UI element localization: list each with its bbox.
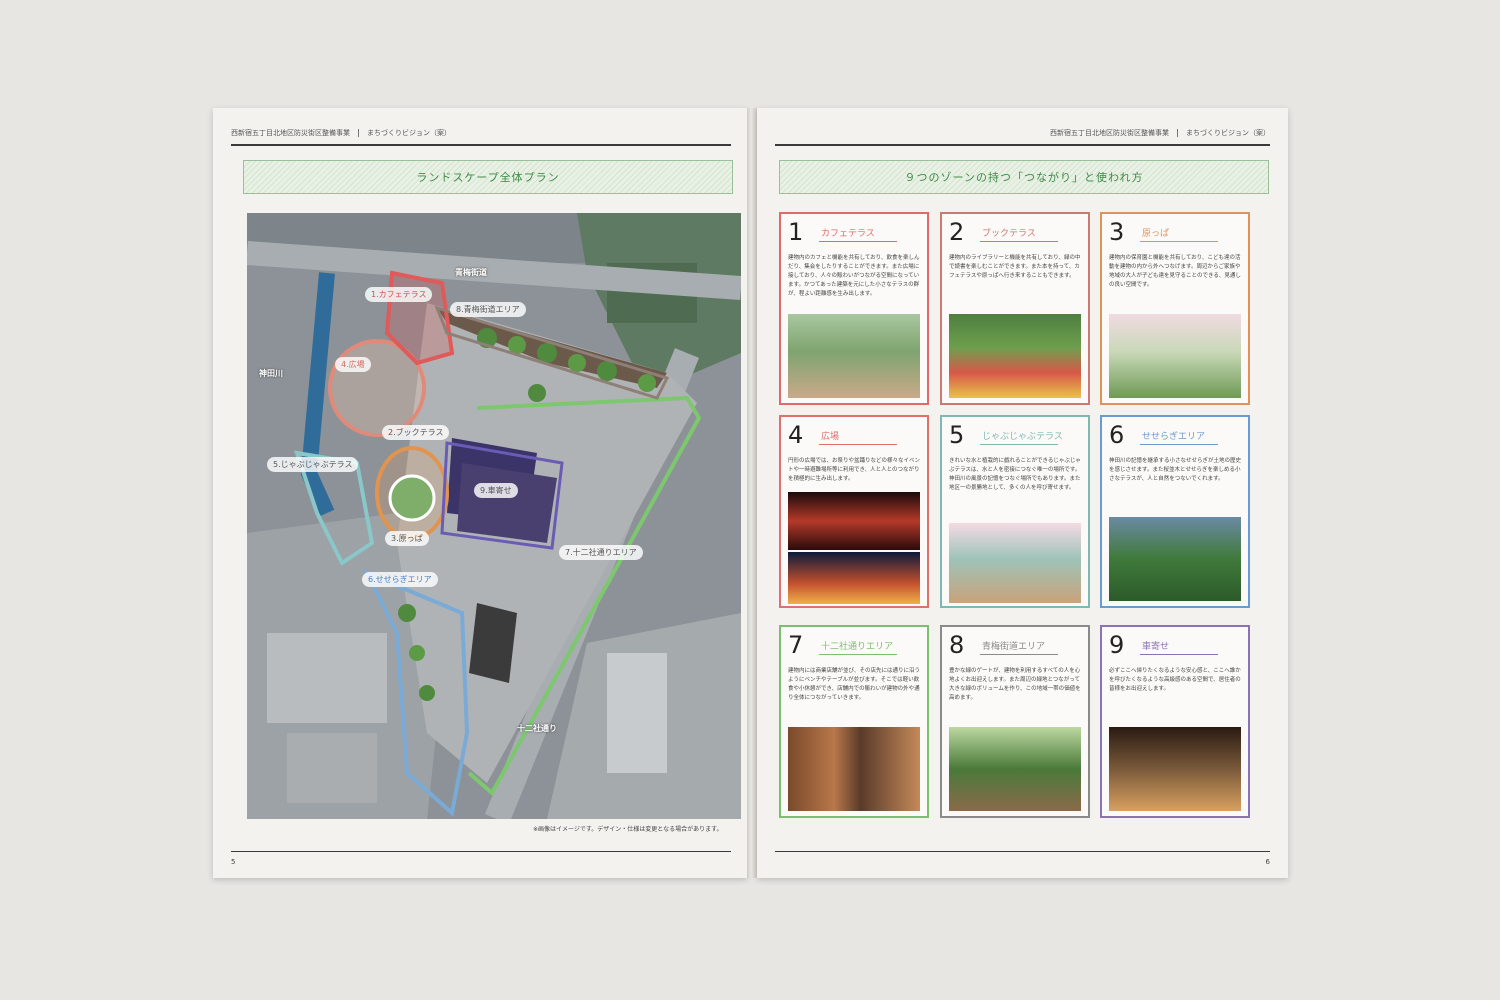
zone-card: 8 青梅街道エリア豊かな緑のゲートが、建物を利用するすべての人を心地よくお出迎えし… — [940, 625, 1090, 818]
image-note: ※画像はイメージです。デザイン・仕様は変更となる場合があります。 — [533, 826, 723, 833]
page-number: 6 — [1265, 858, 1270, 866]
zone-photo — [788, 727, 920, 811]
zone-title-underline — [819, 241, 897, 242]
map-label-plaza: 4.広場 — [335, 357, 371, 372]
right-page: 西新宿五丁目北地区防災街区整備事業 まちづくりビジョン（案） ９つのゾーンの持つ「… — [757, 108, 1288, 878]
zone-title: 原っぱ — [1142, 229, 1170, 239]
zone-description: 建物内のカフェと機能を共有しており、飲食を楽しんだり、集会をしたりすることができ… — [788, 255, 920, 297]
zone-title: じゃぶじゃぶテラス — [982, 432, 1063, 442]
zone-description: 建物内の保育園と機能を共有しており、こども達の活動を建物の内から外へつなげます。… — [1109, 255, 1241, 288]
zone-number: 8 — [949, 631, 965, 659]
zone-title-underline — [819, 444, 897, 445]
map-label-junisou-road: 十二社通り — [517, 724, 557, 733]
page-title-banner: ランドスケープ全体プラン — [243, 160, 733, 194]
zone-card: 7 十二社通りエリア建物内には商業店舗が並び、その店先には通りに沿うようにベンチや… — [779, 625, 929, 818]
zone-description: 円形の広場では、お祭りや盆踊りなどの様々なイベントや一時避難場所等に利用でき、人… — [788, 458, 921, 482]
header-project: 西新宿五丁目北地区防災街区整備事業 — [1050, 129, 1169, 137]
zone-number: 9 — [1109, 631, 1125, 659]
page-number: 5 — [231, 858, 236, 866]
header-vision: まちづくりビジョン（案） — [1186, 129, 1270, 137]
zone-photo — [1109, 517, 1241, 601]
zone-number: 1 — [788, 218, 804, 246]
landscape-map: 1.カフェテラス 8.青梅街道エリア 4.広場 2.ブックテラス 5.じゃぶじゃ… — [247, 213, 741, 819]
map-label-book-terrace: 2.ブックテラス — [382, 425, 450, 440]
map-label-junisou-area: 7.十二社通りエリア — [559, 545, 643, 560]
zone-title-underline — [1140, 444, 1218, 445]
zone-number: 6 — [1109, 421, 1125, 449]
map-label-cafe-terrace: 1.カフェテラス — [365, 287, 433, 302]
map-label-ome-kaido-area: 8.青梅街道エリア — [450, 302, 526, 317]
zone-description: 神田川の記憶を継承する小さなせせらぎが土地の歴史を感じさせます。また桜並木とせせ… — [1109, 458, 1242, 482]
running-header: 西新宿五丁目北地区防災街区整備事業 まちづくりビジョン（案） — [231, 128, 451, 138]
zone-photo — [949, 523, 1081, 603]
zone-photo — [949, 314, 1081, 398]
footer-rule — [231, 851, 731, 852]
zone-title-underline — [819, 654, 897, 655]
zone-title-underline — [980, 241, 1058, 242]
left-page: 西新宿五丁目北地区防災街区整備事業 まちづくりビジョン（案） ランドスケープ全体プ… — [213, 108, 747, 878]
zone-card: 4 広場円形の広場では、お祭りや盆踊りなどの様々なイベントや一時避難場所等に利用で… — [779, 415, 929, 608]
zone-card: 5 じゃぶじゃぶテラスきれいな水と植栽的に戯れることができるじゃぶじゃぶテラスは、… — [940, 415, 1090, 608]
zone-number: 3 — [1109, 218, 1125, 246]
zone-title-underline — [1140, 654, 1218, 655]
zone-photo — [788, 552, 920, 604]
zone-title-underline — [980, 654, 1058, 655]
zone-description: 建物内には商業店舗が並び、その店先には通りに沿うようにベンチやテーブルが並びます… — [788, 668, 921, 701]
page-title-banner: ９つのゾーンの持つ「つながり」と使われ方 — [779, 160, 1269, 194]
map-label-field: 3.原っぱ — [385, 531, 429, 546]
zone-description: きれいな水と植栽的に戯れることができるじゃぶじゃぶテラスは、水と人を密接につなぐ… — [949, 458, 1081, 491]
zone-title: 車寄せ — [1142, 642, 1170, 652]
zone-card: 2 ブックテラス建物内のライブラリーと機能を共有しており、緑の中で読書を楽しむこと… — [940, 212, 1090, 405]
zone-photo — [788, 314, 920, 398]
zone-title-underline — [1140, 241, 1218, 242]
zone-description: 必ずここへ帰りたくなるような安心感と、ここへ誰かを呼びたくなるような高級感のある… — [1109, 668, 1241, 692]
zone-card: 6 せせらぎエリア神田川の記憶を継承する小さなせせらぎが土地の歴史を感じさせます。… — [1100, 415, 1250, 608]
zone-title: カフェテラス — [821, 229, 875, 239]
zone-title: 青梅街道エリア — [982, 642, 1046, 652]
zone-title: 十二社通りエリア — [821, 642, 894, 652]
running-header: 西新宿五丁目北地区防災街区整備事業 まちづくりビジョン（案） — [1050, 128, 1270, 138]
map-label-drop-off: 9.車寄せ — [474, 483, 518, 498]
zone-number: 5 — [949, 421, 965, 449]
zone-description: 建物内のライブラリーと機能を共有しており、緑の中で読書を楽しむことができます。ま… — [949, 255, 1081, 279]
spine — [747, 108, 757, 878]
zone-title: せせらぎエリア — [1142, 432, 1206, 442]
map-label-jabujabu-terrace: 5.じゃぶじゃぶテラス — [267, 457, 359, 472]
zone-number: 4 — [788, 421, 804, 449]
header-rule — [231, 144, 731, 146]
zone-number: 7 — [788, 631, 804, 659]
zone-description: 豊かな緑のゲートが、建物を利用するすべての人を心地よくお出迎えします。また周辺の… — [949, 668, 1081, 701]
zone-photo — [1109, 727, 1241, 811]
map-label-ome-kaido-road: 青梅街道 — [455, 268, 487, 277]
zone-photo — [949, 727, 1081, 811]
zone-card: 1 カフェテラス建物内のカフェと機能を共有しており、飲食を楽しんだり、集会をしたり… — [779, 212, 929, 405]
footer-rule — [775, 851, 1270, 852]
zone-photo — [1109, 314, 1241, 398]
zone-title: ブックテラス — [982, 229, 1036, 239]
zone-photo — [788, 492, 920, 550]
page-title: ランドスケープ全体プラン — [416, 171, 560, 184]
zone-card: 3 原っぱ建物内の保育園と機能を共有しており、こども達の活動を建物の内から外へつな… — [1100, 212, 1250, 405]
zone-title-underline — [980, 444, 1058, 445]
zone-title: 広場 — [821, 432, 840, 442]
map-label-kanda-river: 神田川 — [259, 369, 283, 378]
header-vision: まちづくりビジョン（案） — [367, 129, 451, 137]
page-title: ９つのゾーンの持つ「つながり」と使われ方 — [904, 171, 1144, 184]
header-rule — [775, 144, 1270, 146]
header-project: 西新宿五丁目北地区防災街区整備事業 — [231, 129, 350, 137]
zone-card: 9 車寄せ必ずここへ帰りたくなるような安心感と、ここへ誰かを呼びたくなるような高級… — [1100, 625, 1250, 818]
map-label-seseragi-area: 6.せせらぎエリア — [362, 572, 438, 587]
zone-number: 2 — [949, 218, 965, 246]
